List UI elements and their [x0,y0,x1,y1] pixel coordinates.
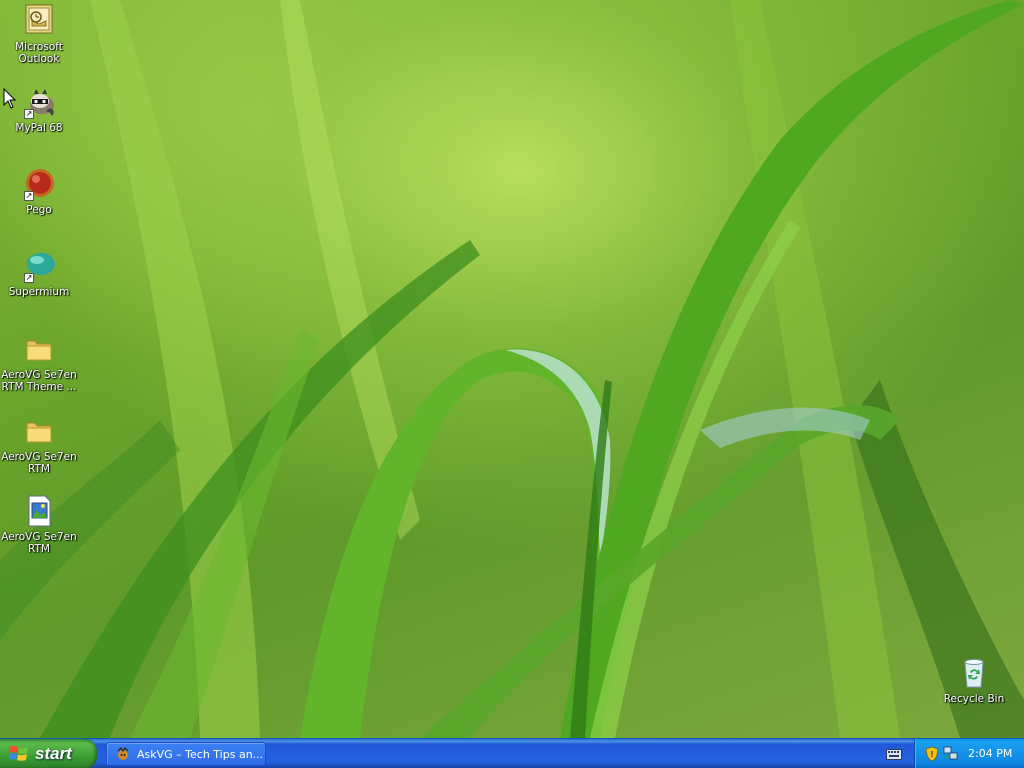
desktop-icon-aerovg-image[interactable]: AeroVG Se7en RTM [1,494,77,555]
keyboard-icon[interactable] [886,747,902,761]
outlook-icon [22,4,56,38]
mypal-raccoon-icon: ↗ [22,85,56,119]
taskbar-item-askvg[interactable]: AskVG – Tech Tips an... [106,742,266,766]
icon-label: MyPal 68 [15,122,63,134]
security-shield-icon[interactable]: ! [925,746,939,762]
icon-label: Supermium [8,286,70,298]
icon-label: AeroVG Se7en RTM [1,531,77,555]
shortcut-arrow-icon: ↗ [24,191,34,201]
mouse-cursor-icon [3,88,17,109]
taskbar-item-label: AskVG – Tech Tips an... [137,747,264,761]
start-label: start [35,744,72,763]
system-tray: ! 2:04 PM [914,739,1024,768]
desktop-icon-microsoft-outlook[interactable]: Microsoft Outlook [1,4,77,65]
icon-label: Microsoft Outlook [15,41,63,65]
clock[interactable]: 2:04 PM [968,747,1012,760]
desktop[interactable]: Microsoft Outlook ↗ MyPal 68 ↗ Pego ↗ Su… [0,0,1024,738]
icon-label: AeroVG Se7en RTM [1,451,77,475]
askvg-icon [117,746,129,760]
network-icon[interactable] [943,745,959,761]
desktop-icon-supermium[interactable]: ↗ Supermium [1,249,77,298]
desktop-icon-aerovg-theme-folder[interactable]: AeroVG Se7en RTM Theme ... [1,332,77,393]
desktop-icon-recycle-bin[interactable]: Recycle Bin [936,656,1012,705]
image-file-icon [22,494,56,528]
supermium-icon: ↗ [22,249,56,283]
recycle-bin-icon [957,656,991,690]
start-button[interactable]: start [0,739,97,768]
icon-label: AeroVG Se7en RTM Theme ... [1,369,77,393]
pego-icon: ↗ [22,167,56,201]
windows-logo-icon [9,745,28,761]
icon-label: Recycle Bin [943,693,1005,705]
folder-icon [22,414,56,448]
desktop-icon-aerovg-folder[interactable]: AeroVG Se7en RTM [1,414,77,475]
svg-text:!: ! [930,750,934,759]
icon-label: Pego [26,204,52,216]
folder-icon [22,332,56,366]
desktop-icon-pego[interactable]: ↗ Pego [1,167,77,216]
shortcut-arrow-icon: ↗ [24,109,34,119]
taskbar: start AskVG – Tech Tips an... ! 2:04 PM [0,738,1024,768]
shortcut-arrow-icon: ↗ [24,273,34,283]
grass-wallpaper [0,0,1024,738]
